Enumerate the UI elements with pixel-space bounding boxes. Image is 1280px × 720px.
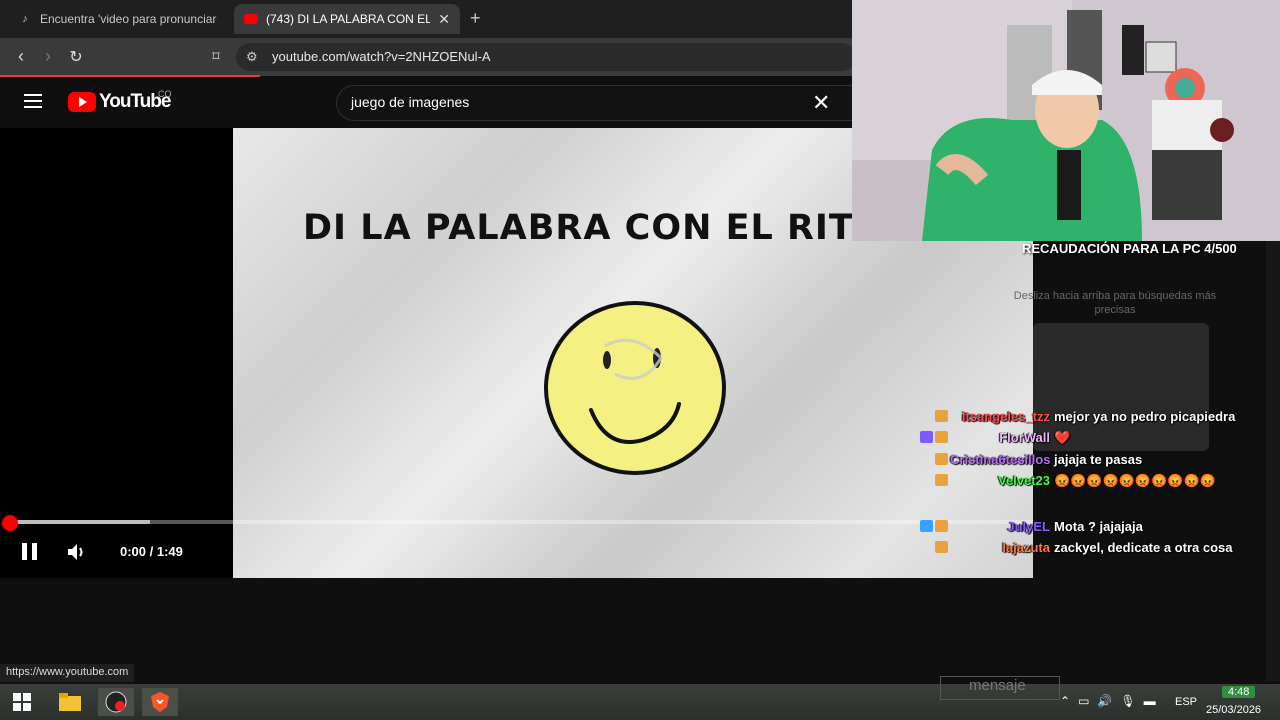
time-display: 0:00 / 1:49 xyxy=(120,544,183,559)
chat-text: ❤️ xyxy=(1054,430,1071,445)
chat-text: 😡😡😡😡😡😡😡😡😡😡 xyxy=(1054,473,1216,488)
hamburger-menu-icon[interactable] xyxy=(24,94,42,108)
network-icon[interactable]: ▭ xyxy=(1078,694,1089,708)
pause-button[interactable] xyxy=(22,543,38,560)
crown-badge-icon xyxy=(920,520,933,532)
chat-badges xyxy=(890,470,950,491)
chat-badges xyxy=(890,449,950,470)
tab-youtube[interactable]: (743) DI LA PALABRA CON EL RIT ✕ xyxy=(234,4,460,34)
chat-badges xyxy=(890,537,950,558)
chat-message: Cristina6tesillos jajaja te pasas xyxy=(890,449,1260,470)
speaker-icon[interactable]: 🔊 xyxy=(1097,694,1112,708)
site-settings-icon[interactable]: ⚙ xyxy=(246,49,258,65)
tab-tiktok[interactable]: ♪ Encuentra 'video para pronunciar con xyxy=(8,4,230,34)
battery-icon[interactable]: ▬ xyxy=(1144,694,1156,708)
scrollbar[interactable] xyxy=(1266,241,1280,681)
tab-title: Encuentra 'video para pronunciar con xyxy=(40,12,220,26)
chat-username[interactable]: JulyEL xyxy=(950,516,1054,537)
progress-buffered xyxy=(10,520,150,524)
clock-date[interactable]: 25/03/2026 xyxy=(1206,704,1261,716)
chat-message: Velvet23 😡😡😡😡😡😡😡😡😡😡 xyxy=(890,470,1260,491)
crown-badge-icon xyxy=(935,410,948,422)
microphone-icon[interactable]: 🎙 xyxy=(1120,694,1135,708)
chat-text: jajaja te pasas xyxy=(1054,452,1143,467)
crown-badge-icon xyxy=(935,520,948,532)
chat-username[interactable]: Velvet23 xyxy=(950,470,1054,491)
tab-title: (743) DI LA PALABRA CON EL RIT xyxy=(266,12,431,26)
chat-text: zackyel, dedicate a otra cosa xyxy=(1054,540,1233,555)
chat-message: FlorWall ❤️ xyxy=(890,427,1260,448)
windows-start-icon[interactable] xyxy=(4,688,40,716)
crown-badge-icon xyxy=(935,541,948,553)
webcam-image xyxy=(852,0,1280,241)
bookmark-icon[interactable]: ⌑ xyxy=(205,48,227,65)
back-button[interactable]: ‹ xyxy=(10,46,32,67)
search-query[interactable]: juego de imagenes xyxy=(351,94,469,110)
youtube-logo-icon[interactable] xyxy=(68,92,96,112)
country-code: CO xyxy=(158,89,172,99)
message-input[interactable]: mensaje xyxy=(940,676,1060,700)
chat-message: itsangeles_tzz mejor ya no pedro picapied… xyxy=(890,406,1260,427)
chat-text: mejor ya no pedro picapiedra xyxy=(1054,409,1236,424)
chat-message: JulyEL Mota ? jajajaja xyxy=(890,516,1260,537)
crown-badge-icon xyxy=(935,474,948,486)
obs-icon[interactable] xyxy=(98,688,134,716)
crown-badge-icon xyxy=(935,431,948,443)
chat-text: Mota ? jajajaja xyxy=(1054,519,1143,534)
language-indicator[interactable]: ESP xyxy=(1175,696,1197,708)
chat-username[interactable]: lajazuta xyxy=(950,537,1054,558)
new-tab-button[interactable]: + xyxy=(470,8,481,29)
chat-badges xyxy=(890,516,950,537)
chat-username[interactable]: itsangeles_tzz xyxy=(950,406,1054,427)
video-frame-title: DI LA PALABRA CON EL RITMO xyxy=(303,208,921,248)
crown-badge-icon xyxy=(935,453,948,465)
progress-scrubber[interactable] xyxy=(2,515,18,531)
youtube-favicon-icon xyxy=(244,14,258,24)
chat-username[interactable]: Cristina6tesillos xyxy=(950,449,1054,470)
forward-button[interactable]: › xyxy=(37,46,59,67)
tiktok-icon: ♪ xyxy=(22,13,28,25)
chevron-up-icon[interactable]: ⌃ xyxy=(1060,694,1070,708)
chat-message: lajazuta zackyel, dedicate a otra cosa xyxy=(890,537,1260,558)
close-tab-icon[interactable]: ✕ xyxy=(438,11,450,28)
status-url: https://www.youtube.com xyxy=(0,664,135,682)
file-explorer-icon[interactable] xyxy=(52,688,88,716)
reload-icon[interactable]: ↻ xyxy=(65,47,87,67)
chat-badges xyxy=(890,427,950,448)
volume-icon[interactable] xyxy=(66,541,88,563)
crown-badge-icon xyxy=(920,431,933,443)
chat-badges xyxy=(890,406,950,427)
donation-goal: RECAUDACIÓN PARA LA PC 4/500 xyxy=(1022,241,1237,256)
chat-username[interactable]: FlorWall xyxy=(950,427,1054,448)
url-text[interactable]: youtube.com/watch?v=2NHZOENul-A xyxy=(272,49,491,64)
system-tray[interactable]: ⌃ ▭ 🔊 🎙 ▬ xyxy=(1060,694,1156,708)
clear-search-icon[interactable]: ✕ xyxy=(812,90,830,116)
smiley-face-image xyxy=(544,301,726,475)
brave-browser-icon[interactable] xyxy=(142,688,178,716)
search-hint: Desliza hacia arriba para búsquedas más … xyxy=(1013,290,1217,316)
clock-time[interactable]: 4:48 xyxy=(1222,686,1256,698)
